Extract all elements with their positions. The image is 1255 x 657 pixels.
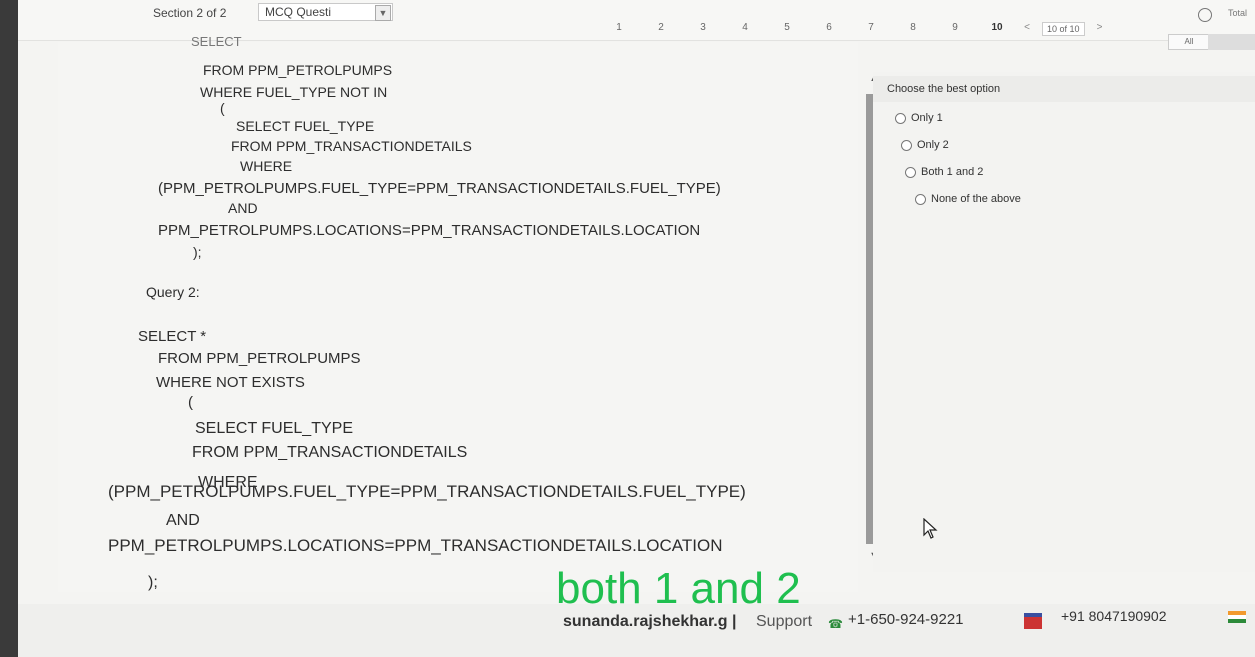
username-text: sunanda.rajshekhar.g — [563, 613, 728, 630]
code-line: AND — [228, 200, 258, 216]
mouse-cursor-icon — [923, 518, 938, 539]
phone-india: +91 8047190902 — [1061, 608, 1167, 624]
code-line: FROM PPM_PETROLPUMPS — [158, 350, 361, 367]
page-4-link[interactable]: 4 — [724, 22, 766, 38]
option-both-1-and-2[interactable]: Both 1 and 2 — [905, 166, 983, 178]
code-line: WHERE NOT EXISTS — [156, 374, 305, 391]
section-label: Section 2 of 2 — [153, 6, 227, 20]
prev-page-button[interactable]: < — [1018, 22, 1036, 38]
radio-icon[interactable] — [915, 193, 926, 205]
page-1-link[interactable]: 1 — [598, 22, 640, 38]
code-line: ); — [148, 574, 158, 591]
radio-icon[interactable] — [895, 112, 906, 124]
phone-icon: ☎ — [828, 617, 843, 631]
option-label: Only 1 — [911, 112, 943, 124]
footer: sunanda.rajshekhar.g | Support ☎ +1-650-… — [18, 604, 1255, 657]
page-3-link[interactable]: 3 — [682, 22, 724, 38]
support-link[interactable]: Support — [756, 613, 812, 631]
code-line: AND — [166, 512, 200, 529]
page-9-link[interactable]: 9 — [934, 22, 976, 38]
code-line: PPM_PETROLPUMPS.LOCATIONS=PPM_TRANSACTIO… — [108, 536, 723, 555]
clock-icon — [1198, 8, 1212, 22]
page-10-link[interactable]: 10 — [976, 22, 1018, 38]
india-flag-icon — [1228, 611, 1246, 623]
footer-separator: | — [731, 613, 737, 630]
code-line: SELECT * — [138, 328, 207, 345]
us-flag-icon — [1024, 613, 1042, 629]
timer-label: Total — [1228, 8, 1248, 18]
section-select-value: MCQ Questi — [265, 5, 332, 19]
option-label: Both 1 and 2 — [921, 166, 984, 178]
code-line: ( — [188, 394, 193, 411]
page-7-link[interactable]: 7 — [850, 22, 892, 38]
option-only-1[interactable]: Only 1 — [895, 112, 943, 124]
code-line: WHERE FUEL_TYPE NOT IN — [200, 84, 388, 100]
code-line: SELECT FUEL_TYPE — [195, 420, 353, 437]
code-line: FROM PPM_TRANSACTIONDETAILS — [192, 444, 468, 461]
chevron-down-icon[interactable]: ▼ — [375, 5, 391, 21]
footer-username: sunanda.rajshekhar.g | — [563, 613, 736, 631]
code-line: WHERE — [240, 158, 293, 174]
filter-select[interactable]: All — [1168, 34, 1210, 50]
radio-icon[interactable] — [901, 139, 912, 151]
answer-panel: Choose the best option Only 1 Only 2 Bot… — [873, 72, 1255, 572]
code-line: FROM PPM_PETROLPUMPS — [203, 62, 393, 78]
code-line: (PPM_PETROLPUMPS.FUEL_TYPE=PPM_TRANSACTI… — [108, 482, 746, 501]
code-line: (PPM_PETROLPUMPS.FUEL_TYPE=PPM_TRANSACTI… — [158, 180, 721, 197]
question-panel: SELECT FROM PPM_PETROLPUMPS WHERE FUEL_T… — [58, 34, 858, 592]
code-line: SELECT — [191, 34, 242, 49]
filter-bar — [1208, 34, 1255, 50]
question-pager: 1 2 3 4 5 6 7 8 9 10 < 10 of 10 > — [598, 22, 1109, 38]
option-label: None of the above — [931, 193, 1021, 205]
answer-heading: Choose the best option — [873, 76, 1255, 102]
option-none-of-the-above[interactable]: None of the above — [915, 193, 1021, 205]
code-line: FROM PPM_TRANSACTIONDETAILS — [231, 138, 472, 154]
page-6-link[interactable]: 6 — [808, 22, 850, 38]
test-screen: Section 2 of 2 MCQ Questi ▼ 1 2 3 4 5 6 … — [18, 0, 1255, 657]
option-label: Only 2 — [917, 139, 949, 151]
page-2-link[interactable]: 2 — [640, 22, 682, 38]
code-line: ); — [193, 244, 202, 260]
query-2-label: Query 2: — [146, 284, 200, 300]
page-8-link[interactable]: 8 — [892, 22, 934, 38]
radio-icon[interactable] — [905, 166, 916, 178]
code-line: SELECT FUEL_TYPE — [236, 118, 375, 134]
section-select[interactable]: MCQ Questi ▼ — [258, 3, 393, 21]
page-select[interactable]: 10 of 10 — [1042, 22, 1085, 36]
option-only-2[interactable]: Only 2 — [901, 139, 949, 151]
phone-us: +1-650-924-9221 — [848, 611, 964, 628]
code-line: PPM_PETROLPUMPS.LOCATIONS=PPM_TRANSACTIO… — [158, 222, 701, 239]
next-page-button[interactable]: > — [1091, 22, 1109, 38]
page-5-link[interactable]: 5 — [766, 22, 808, 38]
code-line: ( — [220, 100, 225, 116]
